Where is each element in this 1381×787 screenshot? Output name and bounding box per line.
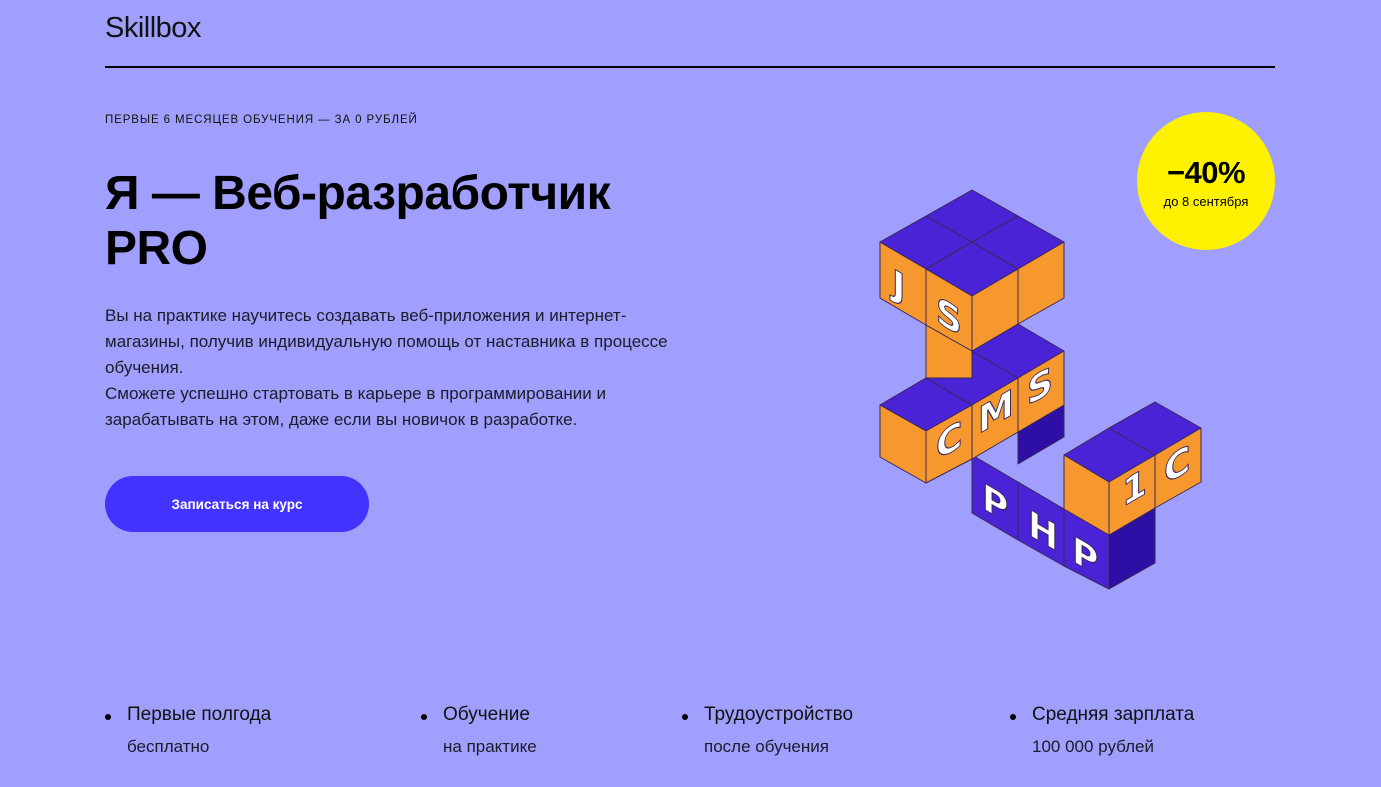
feature-title: Трудоустройство xyxy=(704,704,854,725)
bullet-icon xyxy=(682,714,688,720)
feature-title: Первые полгода xyxy=(127,704,272,725)
skillbox-logo[interactable]: Skillbox xyxy=(105,12,201,45)
feature-subtitle: 100 000 рублей xyxy=(1032,737,1154,756)
discount-deadline: до 8 сентября xyxy=(1163,194,1249,209)
discount-value: −40% xyxy=(1166,155,1246,190)
feature-subtitle: бесплатно xyxy=(127,737,210,756)
tech-cubes-illustration: J S C M S C P H P 1 xyxy=(879,189,1202,590)
title-line-2: PRO xyxy=(105,222,208,275)
features-list: Первые полгода бесплатно Обучение на пра… xyxy=(105,704,1275,774)
bullet-icon xyxy=(105,714,111,720)
hero-description: Вы на практике научитесь создавать веб-п… xyxy=(105,303,685,433)
description-paragraph: Вы на практике научитесь создавать веб-п… xyxy=(105,306,668,377)
page-title: Я — Веб-разработчик PRO xyxy=(105,166,611,276)
feature-title: Обучение xyxy=(443,704,530,725)
enroll-button[interactable]: Записаться на курс xyxy=(105,476,369,532)
discount-badge: −40% до 8 сентября xyxy=(1137,112,1275,250)
hero-eyebrow: ПЕРВЫЕ 6 МЕСЯЦЕВ ОБУЧЕНИЯ — ЗА 0 РУБЛЕЙ xyxy=(105,114,418,126)
feature-subtitle: на практике xyxy=(443,737,537,756)
description-paragraph: Сможете успешно стартовать в карьере в п… xyxy=(105,384,606,429)
feature-title: Средняя зарплата xyxy=(1032,704,1195,725)
bullet-icon xyxy=(1010,714,1016,720)
bullet-icon xyxy=(421,714,427,720)
title-line-1: Я — Веб-разработчик xyxy=(105,167,611,220)
site-header: Skillbox xyxy=(105,0,1275,68)
feature-subtitle: после обучения xyxy=(704,737,829,756)
